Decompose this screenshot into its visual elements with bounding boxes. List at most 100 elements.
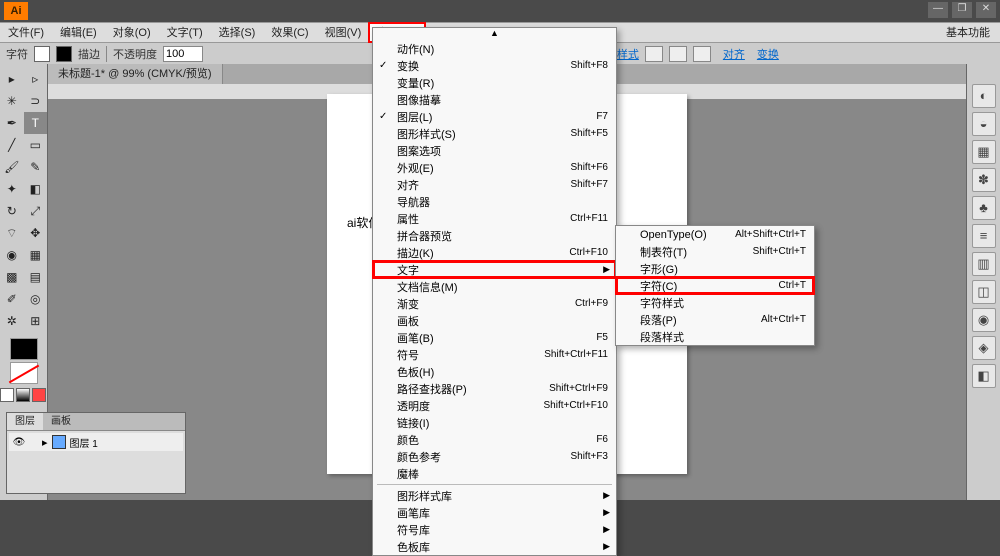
menu-item[interactable]: ✓变换Shift+F8 xyxy=(373,57,616,74)
graphic-styles-panel-icon[interactable]: ◈ xyxy=(972,336,996,360)
eraser-tool[interactable]: ◧ xyxy=(24,178,48,200)
mesh-tool[interactable]: ▩ xyxy=(0,266,24,288)
transparency-panel-icon[interactable]: ◫ xyxy=(972,280,996,304)
menu-item[interactable]: 外观(E)Shift+F6 xyxy=(373,159,616,176)
menu-item[interactable]: 符号库▶ xyxy=(373,521,616,538)
stroke-panel-icon[interactable]: ≡ xyxy=(972,224,996,248)
direct-selection-tool[interactable]: ▹ xyxy=(24,68,48,90)
color-mode-3[interactable] xyxy=(32,388,46,402)
menu-item[interactable]: 色板(H) xyxy=(373,363,616,380)
menu-item[interactable]: 透明度Shift+Ctrl+F10 xyxy=(373,397,616,414)
symbol-sprayer-tool[interactable]: ✲ xyxy=(0,310,24,332)
workspace-switcher[interactable]: 基本功能 xyxy=(936,23,1000,42)
visibility-icon[interactable]: 👁 xyxy=(12,437,26,448)
pen-tool[interactable]: ✒ xyxy=(0,112,24,134)
selection-tool[interactable]: ▸ xyxy=(0,68,24,90)
width-tool[interactable]: ⌔ xyxy=(0,222,24,244)
rectangle-tool[interactable]: ▭ xyxy=(24,134,48,156)
layers-tab[interactable]: 图层 xyxy=(7,413,43,430)
submenu-item[interactable]: 字符(C)Ctrl+T xyxy=(616,277,814,294)
swatches-panel-icon[interactable]: ▦ xyxy=(972,140,996,164)
align-link[interactable]: 对齐 xyxy=(723,46,745,62)
menu-item[interactable]: 属性Ctrl+F11 xyxy=(373,210,616,227)
menu-item[interactable]: 图形样式库▶ xyxy=(373,487,616,504)
layer-name[interactable]: 图层 1 xyxy=(70,435,180,450)
submenu-item[interactable]: 字符样式 xyxy=(616,294,814,311)
gradient-tool[interactable]: ▤ xyxy=(24,266,48,288)
menu-item[interactable]: 链接(I) xyxy=(373,414,616,431)
menu-item[interactable]: 画笔库▶ xyxy=(373,504,616,521)
menu-item[interactable]: 画笔(B)F5 xyxy=(373,329,616,346)
color-panel-icon[interactable]: ◐ xyxy=(972,84,996,108)
submenu-item[interactable]: 段落(P)Alt+Ctrl+T xyxy=(616,311,814,328)
appearance-panel-icon[interactable]: ◉ xyxy=(972,308,996,332)
eyedropper-tool[interactable]: ✐ xyxy=(0,288,24,310)
symbols-panel-icon[interactable]: ♣ xyxy=(972,196,996,220)
menu-item[interactable]: 路径查找器(P)Shift+Ctrl+F9 xyxy=(373,380,616,397)
menu-item[interactable]: 颜色F6 xyxy=(373,431,616,448)
para-align-right[interactable] xyxy=(693,46,711,62)
pencil-tool[interactable]: ✎ xyxy=(24,156,48,178)
fill-swatch[interactable] xyxy=(34,46,50,62)
layer-row[interactable]: 👁 ▸ 图层 1 xyxy=(9,433,183,451)
stroke-color-box[interactable] xyxy=(10,362,38,384)
menu-item[interactable]: 颜色参考Shift+F3 xyxy=(373,448,616,465)
menu-type[interactable]: 文字(T) xyxy=(159,23,211,42)
menu-select[interactable]: 选择(S) xyxy=(211,23,264,42)
color-mode-2[interactable] xyxy=(16,388,30,402)
line-tool[interactable]: ╱ xyxy=(0,134,24,156)
color-guide-panel-icon[interactable]: ◒ xyxy=(972,112,996,136)
menu-item[interactable]: 动作(N) xyxy=(373,40,616,57)
fill-color-box[interactable] xyxy=(10,338,38,360)
layers-panel-icon[interactable]: ◧ xyxy=(972,364,996,388)
stroke-swatch[interactable] xyxy=(56,46,72,62)
paintbrush-tool[interactable]: 🖌 xyxy=(0,156,24,178)
shape-builder-tool[interactable]: ◉ xyxy=(0,244,24,266)
submenu-item[interactable]: 字形(G) xyxy=(616,260,814,277)
para-align-left[interactable] xyxy=(645,46,663,62)
menu-item[interactable]: 导航器 xyxy=(373,193,616,210)
menu-item[interactable]: 文档信息(M) xyxy=(373,278,616,295)
submenu-item[interactable]: 制表符(T)Shift+Ctrl+T xyxy=(616,243,814,260)
char-panel-label[interactable]: 字符 xyxy=(6,46,28,62)
menu-effect[interactable]: 效果(C) xyxy=(263,23,316,42)
perspective-tool[interactable]: ▦ xyxy=(24,244,48,266)
restore-button[interactable]: ❐ xyxy=(952,2,972,18)
menu-item[interactable]: 对齐Shift+F7 xyxy=(373,176,616,193)
lasso-tool[interactable]: ⊃ xyxy=(24,90,48,112)
expand-icon[interactable]: ▸ xyxy=(42,436,48,449)
menu-scroll-up[interactable]: ▲ xyxy=(373,28,616,40)
menu-item[interactable]: 图像描摹 xyxy=(373,91,616,108)
color-mode-1[interactable] xyxy=(0,388,14,402)
blend-tool[interactable]: ◎ xyxy=(24,288,48,310)
opacity-input[interactable] xyxy=(163,46,203,62)
menu-item[interactable]: 画板 xyxy=(373,312,616,329)
gradient-panel-icon[interactable]: ▥ xyxy=(972,252,996,276)
close-button[interactable]: ✕ xyxy=(976,2,996,18)
menu-item[interactable]: 图形样式(S)Shift+F5 xyxy=(373,125,616,142)
submenu-item[interactable]: 段落样式 xyxy=(616,328,814,345)
menu-item[interactable]: 图案选项 xyxy=(373,142,616,159)
menu-item[interactable]: 符号Shift+Ctrl+F11 xyxy=(373,346,616,363)
menu-item[interactable]: 色板库▶ xyxy=(373,538,616,555)
para-align-center[interactable] xyxy=(669,46,687,62)
minimize-button[interactable]: — xyxy=(928,2,948,18)
menu-item[interactable]: 描边(K)Ctrl+F10 xyxy=(373,244,616,261)
menu-item[interactable]: 文字▶ xyxy=(373,261,616,278)
magic-wand-tool[interactable]: ✳ xyxy=(0,90,24,112)
menu-item[interactable]: 拼合器预览 xyxy=(373,227,616,244)
artboards-tab[interactable]: 画板 xyxy=(43,413,79,430)
menu-item[interactable]: 魔棒 xyxy=(373,465,616,482)
menu-view[interactable]: 视图(V) xyxy=(317,23,370,42)
blob-brush-tool[interactable]: ✦ xyxy=(0,178,24,200)
scale-tool[interactable]: ⤢ xyxy=(24,200,48,222)
style-link[interactable]: 样式 xyxy=(617,46,639,62)
menu-item[interactable]: ✓图层(L)F7 xyxy=(373,108,616,125)
rotate-tool[interactable]: ↻ xyxy=(0,200,24,222)
submenu-item[interactable]: OpenType(O)Alt+Shift+Ctrl+T xyxy=(616,226,814,243)
brushes-panel-icon[interactable]: ✽ xyxy=(972,168,996,192)
transform-link[interactable]: 变换 xyxy=(757,46,779,62)
document-tab[interactable]: 未标题-1* @ 99% (CMYK/预览) xyxy=(48,64,223,84)
menu-item[interactable]: 变量(R) xyxy=(373,74,616,91)
menu-file[interactable]: 文件(F) xyxy=(0,23,52,42)
